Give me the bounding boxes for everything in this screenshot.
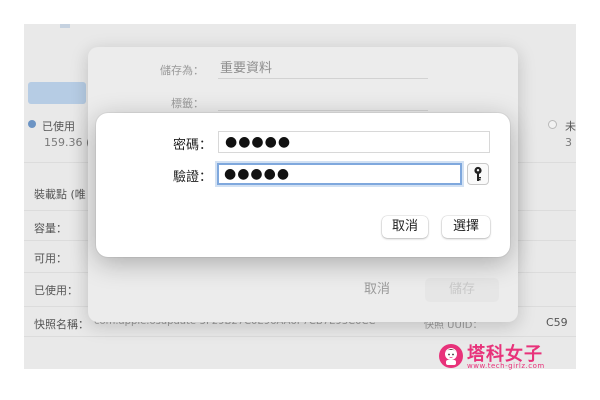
- password-dialog: 密碼： ●●●●● 驗證： ●●●●● 取消 選擇: [96, 113, 510, 257]
- mount-point-label: 裝載點 (唯: [34, 188, 86, 201]
- verify-field[interactable]: ●●●●●: [217, 163, 462, 185]
- verify-label: 驗證：: [172, 170, 212, 185]
- divider: [24, 336, 576, 337]
- tags-field[interactable]: [218, 91, 428, 111]
- watermark-url: www.tech-girlz.com: [467, 362, 545, 370]
- free-legend-label: 未: [565, 120, 576, 133]
- volume-usage-bar: [28, 82, 86, 104]
- password-field[interactable]: ●●●●●: [218, 131, 490, 153]
- used-legend-dot: [28, 120, 36, 128]
- free-legend-dot: [548, 120, 557, 129]
- girl-logo-icon: [439, 344, 463, 368]
- dialog-cancel-button[interactable]: 取消: [382, 216, 428, 238]
- watermark: 塔科女子 www.tech-girlz.com: [437, 340, 559, 374]
- save-as-label: 儲存為：: [160, 64, 204, 77]
- window-tab-edge: [60, 24, 70, 28]
- available-label: 可用：: [34, 252, 67, 265]
- dialog-choose-button[interactable]: 選擇: [442, 216, 490, 238]
- key-icon: [474, 166, 482, 181]
- snapshot-name-label: 快照名稱：: [34, 318, 89, 331]
- save-as-field[interactable]: 重要資料: [218, 59, 428, 79]
- used-legend-label: 已使用: [42, 120, 75, 133]
- snapshot-uuid-value: C59: [546, 316, 568, 329]
- tags-label: 標籤：: [171, 97, 204, 110]
- capacity-label: 容量：: [34, 222, 67, 235]
- used-row-label: 已使用：: [34, 284, 78, 297]
- free-legend-value: 3: [565, 136, 572, 149]
- used-legend-value: 159.36 (: [44, 136, 91, 149]
- password-assistant-button[interactable]: [467, 163, 489, 185]
- password-label: 密碼：: [172, 138, 212, 153]
- sheet-save-button[interactable]: 儲存: [425, 278, 499, 302]
- sheet-cancel-button[interactable]: 取消: [340, 278, 414, 302]
